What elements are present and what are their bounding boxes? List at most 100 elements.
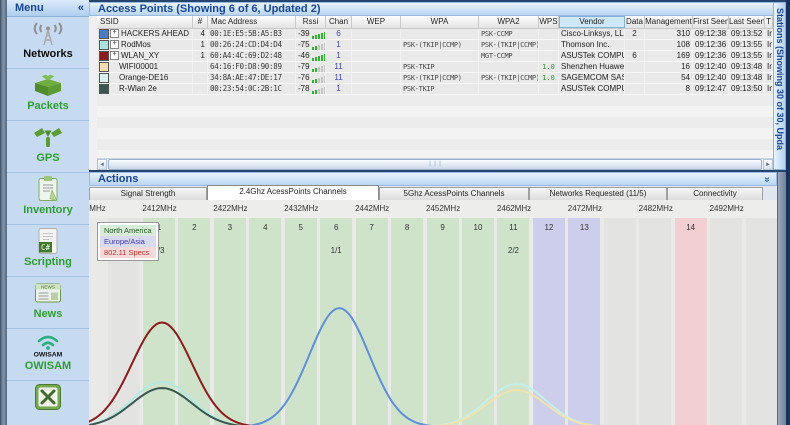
scrollbar-thumb[interactable]: ❘❘❘ — [108, 159, 762, 170]
column-header-ssid[interactable]: SSID — [97, 16, 193, 28]
mac-address-cell: 00:1E:E5:5B:A5:B3 — [208, 29, 296, 39]
column-header-mgmt[interactable]: Management — [645, 16, 693, 28]
column-header-rssi[interactable]: Rssi — [296, 16, 326, 28]
network-color-swatch — [99, 29, 109, 39]
bssid-count-cell: 4 — [193, 29, 208, 39]
signal-bars-icon — [312, 84, 326, 94]
last-seen-cell: 09:13:48 — [729, 62, 765, 72]
data-frames-cell — [625, 62, 645, 72]
svg-text:OWISAM: OWISAM — [34, 352, 63, 359]
channel-cell: 6 — [326, 29, 352, 39]
sidebar-item-news[interactable]: NEWSNews — [7, 277, 89, 329]
sidebar-item-packets[interactable]: Packets — [7, 69, 89, 121]
sidebar-item-inventory[interactable]: Inventory — [7, 173, 89, 225]
tab-signal-strength[interactable]: Signal Strength — [89, 187, 207, 200]
signal-bars-icon — [312, 40, 326, 50]
table-row[interactable]: WIFI0000164:16:F0:D8:90:89-7911PSK-TKIP1… — [97, 62, 773, 73]
sidebar-item-owisam[interactable]: OWISAMOWISAM — [7, 329, 89, 381]
column-header-wep[interactable]: WEP — [352, 16, 401, 28]
table-horizontal-scrollbar[interactable]: ◄ ❘❘❘ ► — [97, 158, 773, 170]
actions-panel: Actions » Signal Strength2.4Ghz AcessPoi… — [89, 172, 777, 425]
column-header-last[interactable]: Last Seen — [729, 16, 765, 28]
network-color-swatch — [99, 40, 109, 50]
channel-usage-chart: 2402MHz2412MHz2422MHz2432MHz2442MHz2452M… — [89, 200, 777, 425]
actions-vertical-scrollbar[interactable] — [777, 172, 786, 425]
sidebar-item-tools[interactable] — [7, 381, 89, 425]
ssid-cell: R-Wlan 2e — [97, 84, 193, 94]
scroll-right-arrow-icon[interactable]: ► — [763, 159, 773, 170]
mac-address-cell: 00:23:54:0C:2B:1C — [208, 84, 296, 94]
column-header-chan[interactable]: Chan — [326, 16, 352, 28]
sidebar-item-label: Scripting — [7, 256, 89, 269]
vendor-cell: Thomson Inc. — [559, 40, 625, 50]
channel-cell: 1 — [326, 84, 352, 94]
main-area: Access Points (Showing 6 of 6, Updated 2… — [89, 2, 774, 425]
column-header-wpa[interactable]: WPA — [401, 16, 479, 28]
network-color-swatch — [99, 73, 109, 83]
rssi-value: -78 — [298, 84, 310, 93]
tab-connectivity[interactable]: Connectivity — [667, 187, 763, 200]
frequency-tick-label: 2462MHz — [497, 204, 531, 213]
sidebar-items: NetworksPacketsGPSInventoryC#ScriptingNE… — [7, 17, 89, 425]
table-row[interactable]: +HACKERS AHEAD400:1E:E5:5B:A5:B3-396PSK-… — [97, 29, 773, 40]
table-row[interactable]: +WLAN_XY160:A4:4C:69:D2:48-461MGT-CCMPAS… — [97, 51, 773, 62]
table-row[interactable]: R-Wlan 2e00:23:54:0C:2B:1C-781PSK-TKIPAS… — [97, 84, 773, 95]
tab-networks-requested-11-5-[interactable]: Networks Requested (11/5) — [529, 187, 667, 200]
owisam-wifi-icon: OWISAM — [7, 330, 89, 360]
wep-cell — [352, 62, 401, 72]
rssi-value: -76 — [298, 73, 310, 82]
sidebar-collapse-button[interactable]: « — [78, 2, 84, 14]
table-row[interactable]: +RodMos100:26:24:CD:D4:D4-751PSK-(TKIP|C… — [97, 40, 773, 51]
stations-collapsed-panel[interactable]: Stations (Showing 30 of 30, Upda — [773, 2, 786, 170]
network-color-swatch — [99, 51, 109, 61]
tab-5ghz-acesspoints-channels[interactable]: 5Ghz AcessPoints Channels — [379, 187, 529, 200]
first-seen-cell: 09:12:38 — [693, 29, 729, 39]
column-header-data[interactable]: Data — [625, 16, 645, 28]
last-seen-cell: 09:13:55 — [729, 51, 765, 61]
frequency-tick-label: 2442MHz — [355, 204, 389, 213]
frequency-tick-label: 2482MHz — [639, 204, 673, 213]
table-row[interactable]: Orange-DE1634:8A:AE:47:DE:17-7611PSK-(TK… — [97, 73, 773, 84]
window-left-border — [0, 0, 7, 425]
satellite-icon — [7, 122, 89, 152]
expand-row-icon[interactable]: + — [110, 51, 119, 60]
column-header-count[interactable]: # — [193, 16, 208, 28]
column-header-type[interactable]: T — [765, 16, 773, 28]
ssid-label: HACKERS AHEAD — [121, 29, 189, 38]
table-body: +HACKERS AHEAD400:1E:E5:5B:A5:B3-396PSK-… — [97, 29, 773, 95]
bssid-count-cell — [193, 73, 208, 83]
sidebar-item-label: News — [7, 308, 89, 321]
management-frames-cell: 108 — [645, 40, 693, 50]
tab-2-4ghz-acesspoints-channels[interactable]: 2.4Ghz AcessPoints Channels — [207, 185, 379, 200]
expand-row-icon[interactable]: + — [110, 40, 119, 49]
wpa-cell: PSK-(TKIP|CCMP) — [401, 73, 479, 83]
type-cell: In — [765, 84, 773, 94]
curve-hackers-ahead — [234, 308, 444, 425]
column-header-vendor[interactable]: Vendor — [559, 16, 625, 28]
table-header-row: SSID#Mac AddressRssiChanWEPWPAWPA2WPSVen… — [97, 16, 773, 29]
sidebar-item-networks[interactable]: Networks — [7, 17, 89, 69]
frequency-tick-label: 2432MHz — [284, 204, 318, 213]
sidebar-item-gps[interactable]: GPS — [7, 121, 89, 173]
wps-cell — [539, 40, 559, 50]
rssi-cell: -78 — [296, 84, 326, 94]
actions-collapse-icon[interactable]: » — [761, 176, 774, 182]
sidebar-item-scripting[interactable]: C#Scripting — [7, 225, 89, 277]
channel-cell: 11 — [326, 73, 352, 83]
scroll-left-arrow-icon[interactable]: ◄ — [97, 159, 107, 170]
menu-bar: Menu « — [7, 0, 89, 17]
column-header-wpa2[interactable]: WPA2 — [479, 16, 539, 28]
data-frames-cell: 2 — [625, 29, 645, 39]
frequency-tick-label: 2422MHz — [213, 204, 247, 213]
wpa2-cell: MGT-CCMP — [479, 51, 539, 61]
vendor-cell: ASUSTek COMPUT — [559, 51, 625, 61]
expand-row-icon[interactable]: + — [110, 29, 119, 38]
frequency-tick-label: 2452MHz — [426, 204, 460, 213]
rssi-cell: -79 — [296, 62, 326, 72]
ssid-label: RodMos — [121, 40, 151, 49]
column-header-mac[interactable]: Mac Address — [208, 16, 296, 28]
wpa-cell: PSK-TKIP — [401, 84, 479, 94]
column-header-first[interactable]: First Seen — [693, 16, 729, 28]
actions-tabs: Signal Strength2.4Ghz AcessPoints Channe… — [89, 186, 777, 201]
column-header-wps[interactable]: WPS — [539, 16, 559, 28]
